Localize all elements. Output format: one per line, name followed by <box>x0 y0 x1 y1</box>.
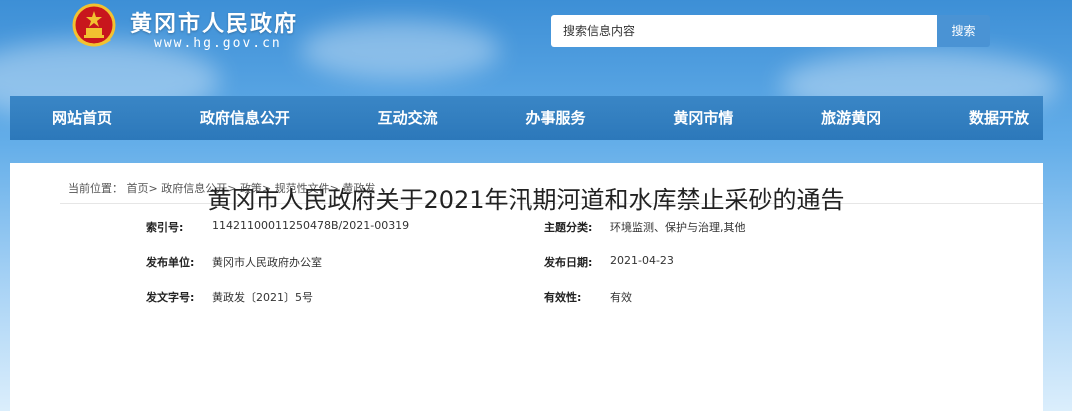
nav-item-home[interactable]: 网站首页 <box>52 96 112 140</box>
search-button[interactable]: 搜索 <box>937 15 990 47</box>
meta-index-value: 11421100011250478B/2021-00319 <box>212 219 410 232</box>
meta-topic-label: 主题分类: <box>544 221 593 234</box>
document-title: 黄冈市人民政府关于2021年汛期河道和水库禁止采砂的通告 <box>207 186 845 214</box>
meta-validity-label: 有效性: <box>544 291 582 304</box>
nav-item-interaction[interactable]: 互动交流 <box>378 96 438 140</box>
nav-item-services[interactable]: 办事服务 <box>525 96 585 140</box>
national-emblem-icon[interactable] <box>70 3 118 51</box>
meta-index-label: 索引号: <box>146 221 184 234</box>
meta-docno-value: 黄政发〔2021〕5号 <box>212 291 313 304</box>
search-input[interactable]: 搜索信息内容 <box>551 15 938 47</box>
nav-item-gov-info[interactable]: 政府信息公开 <box>200 96 290 140</box>
meta-publisher-label: 发布单位: <box>146 256 195 269</box>
site-title[interactable]: 黄冈市人民政府 <box>130 6 298 38</box>
main-nav: 网站首页 政府信息公开 互动交流 办事服务 黄冈市情 旅游黄冈 数据开放 <box>10 96 1043 140</box>
nav-item-city-info[interactable]: 黄冈市情 <box>673 96 733 140</box>
meta-publisher-value: 黄冈市人民政府办公室 <box>212 256 322 269</box>
site-url: www.hg.gov.cn <box>154 36 282 51</box>
meta-docno-label: 发文字号: <box>146 291 195 304</box>
meta-topic-value: 环境监测、保护与治理,其他 <box>610 221 746 234</box>
nav-item-tourism[interactable]: 旅游黄冈 <box>821 96 881 140</box>
site-header: 黄冈市人民政府 www.hg.gov.cn 搜索信息内容 搜索 <box>0 0 1072 92</box>
meta-date-label: 发布日期: <box>544 256 593 269</box>
meta-date-value: 2021-04-23 <box>610 254 674 267</box>
meta-validity-value: 有效 <box>610 291 632 304</box>
nav-item-open-data[interactable]: 数据开放 <box>969 96 1029 140</box>
